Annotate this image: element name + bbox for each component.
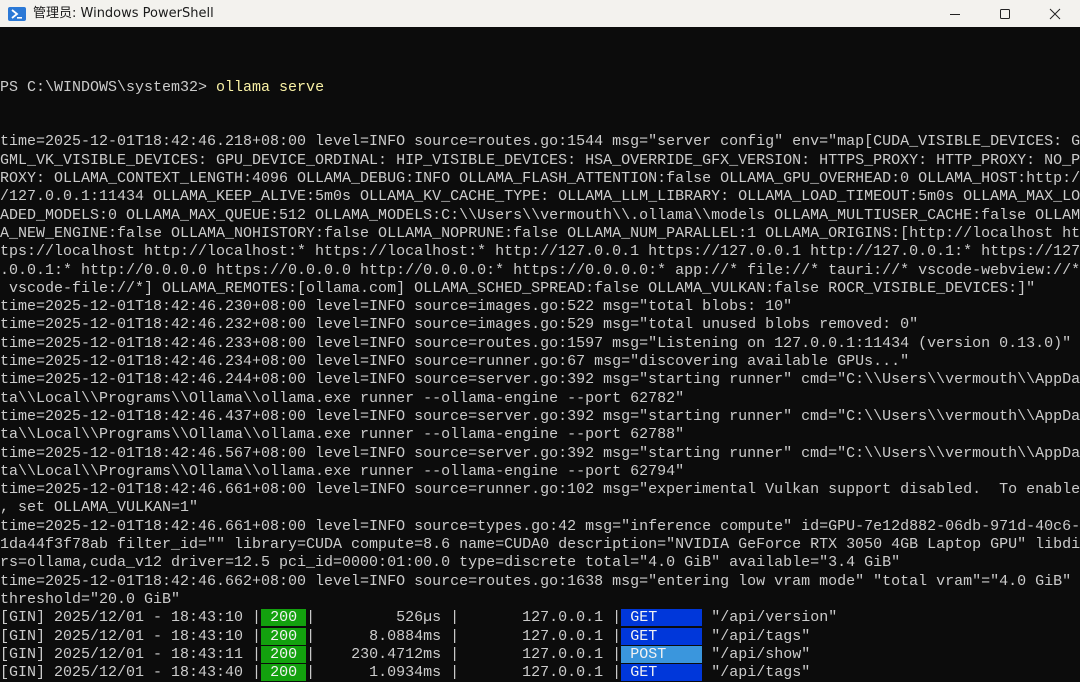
powershell-icon (8, 6, 26, 21)
latency: 8.0884ms (324, 627, 442, 645)
latency: 1.0934ms (324, 664, 442, 682)
status-badge: 200 (261, 609, 307, 627)
log-line: time=2025-12-01T18:42:46.244+08:00 level… (0, 371, 1080, 389)
separator: | (603, 627, 622, 645)
separator: | (441, 609, 469, 627)
log-line: 1da44f3f78ab filter_id="" library=CUDA c… (0, 536, 1080, 554)
log-line: ADED_MODELS:0 OLLAMA_MAX_QUEUE:512 OLLAM… (0, 206, 1080, 224)
method-badge: GET (621, 609, 703, 627)
log-line: time=2025-12-01T18:42:46.230+08:00 level… (0, 298, 793, 316)
separator: | (603, 664, 622, 682)
separator: | (252, 645, 262, 663)
minimize-icon (950, 13, 960, 15)
client-ip: 127.0.0.1 (468, 664, 604, 682)
status-badge: 200 (261, 645, 307, 663)
gin-prefix: [GIN] 2025/12/01 - 18:43:10 (0, 609, 253, 627)
gin-prefix: [GIN] 2025/12/01 - 18:43:40 (0, 664, 253, 682)
minimize-button[interactable] (930, 0, 980, 27)
separator: | (306, 664, 325, 682)
request-path: "/api/show" (711, 645, 811, 663)
close-button[interactable] (1030, 0, 1080, 27)
maximize-icon (1000, 8, 1010, 19)
close-icon (1049, 8, 1061, 19)
gin-request-row: [GIN] 2025/12/01 - 18:43:11 | 200 | 230.… (0, 645, 1080, 664)
gin-request-row: [GIN] 2025/12/01 - 18:43:10 | 200 | 8.08… (0, 627, 1080, 646)
latency: 230.4712ms (324, 645, 442, 663)
separator: | (441, 664, 469, 682)
status-badge: 200 (261, 664, 307, 682)
prompt-line: PS C:\WINDOWS\system32> ollama serve (0, 79, 1080, 97)
separator: | (306, 627, 325, 645)
log-line: A_NEW_ENGINE:false OLLAMA_NOHISTORY:fals… (0, 224, 1080, 242)
client-ip: 127.0.0.1 (468, 609, 604, 627)
separator: | (306, 609, 325, 627)
log-line: time=2025-12-01T18:42:46.232+08:00 level… (0, 316, 919, 334)
log-line: time=2025-12-01T18:42:46.233+08:00 level… (0, 334, 1072, 352)
window-title: 管理员: Windows PowerShell (33, 5, 214, 21)
log-line: ta\\Local\\Programs\\Ollama\\ollama.exe … (0, 389, 685, 407)
log-line: ta\\Local\\Programs\\Ollama\\ollama.exe … (0, 462, 685, 480)
log-line: ROXY: OLLAMA_CONTEXT_LENGTH:4096 OLLAMA_… (0, 170, 1080, 188)
latency: 526µs (324, 609, 442, 627)
status-badge: 200 (261, 627, 307, 645)
request-path: "/api/tags" (711, 627, 811, 645)
title-bar[interactable]: 管理员: Windows PowerShell (0, 0, 1080, 27)
method-badge: GET (621, 627, 703, 645)
separator: | (252, 609, 262, 627)
separator: | (252, 627, 262, 645)
terminal-output[interactable]: PS C:\WINDOWS\system32> ollama serve tim… (0, 27, 1080, 682)
log-line: time=2025-12-01T18:42:46.567+08:00 level… (0, 444, 1080, 462)
log-line: tps://localhost http://localhost:* https… (0, 243, 1080, 261)
request-path: "/api/tags" (711, 664, 811, 682)
prompt: PS C:\WINDOWS\system32> (0, 78, 217, 96)
separator: | (603, 645, 622, 663)
separator: | (252, 664, 262, 682)
client-ip: 127.0.0.1 (468, 645, 604, 663)
separator (702, 609, 711, 626)
separator: | (306, 645, 325, 663)
separator: | (603, 609, 622, 627)
separator: | (441, 627, 469, 645)
method-badge: POST (621, 645, 703, 663)
log-line: time=2025-12-01T18:42:46.661+08:00 level… (0, 517, 1080, 535)
request-path: "/api/version" (711, 609, 838, 627)
separator (702, 646, 711, 663)
gin-prefix: [GIN] 2025/12/01 - 18:43:11 (0, 645, 253, 663)
gin-request-row: [GIN] 2025/12/01 - 18:43:10 | 200 | 526µ… (0, 609, 1080, 627)
log-line: threshold="20.0 GiB" (0, 590, 181, 608)
log-line: .0.0.1:* http://0.0.0.0 https://0.0.0.0 … (0, 261, 1080, 279)
log-line: time=2025-12-01T18:42:46.234+08:00 level… (0, 353, 910, 371)
log-line: time=2025-12-01T18:42:46.218+08:00 level… (0, 133, 1080, 151)
client-ip: 127.0.0.1 (468, 627, 604, 645)
log-line: /127.0.0.1:11434 OLLAMA_KEEP_ALIVE:5m0s … (0, 188, 1080, 206)
log-line: vscode-file://*] OLLAMA_REMOTES:[ollama.… (0, 279, 1036, 297)
log-line: GML_VK_VISIBLE_DEVICES: GPU_DEVICE_ORDIN… (0, 151, 1080, 169)
method-badge: GET (621, 664, 703, 682)
log-line: time=2025-12-01T18:42:46.662+08:00 level… (0, 572, 1072, 590)
log-line: time=2025-12-01T18:42:46.437+08:00 level… (0, 407, 1080, 425)
gin-request-row: [GIN] 2025/12/01 - 18:43:40 | 200 | 1.09… (0, 664, 1080, 682)
log-line: ta\\Local\\Programs\\Ollama\\ollama.exe … (0, 426, 685, 444)
command: ollama serve (216, 78, 325, 96)
maximize-button[interactable] (980, 0, 1030, 27)
log-line: time=2025-12-01T18:42:46.661+08:00 level… (0, 481, 1080, 499)
log-line: , set OLLAMA_VULKAN=1" (0, 499, 199, 517)
separator (702, 628, 711, 645)
log-line: rs=ollama,cuda_v12 driver=12.5 pci_id=00… (0, 554, 901, 572)
separator (702, 664, 711, 681)
separator: | (441, 645, 469, 663)
gin-prefix: [GIN] 2025/12/01 - 18:43:10 (0, 627, 253, 645)
